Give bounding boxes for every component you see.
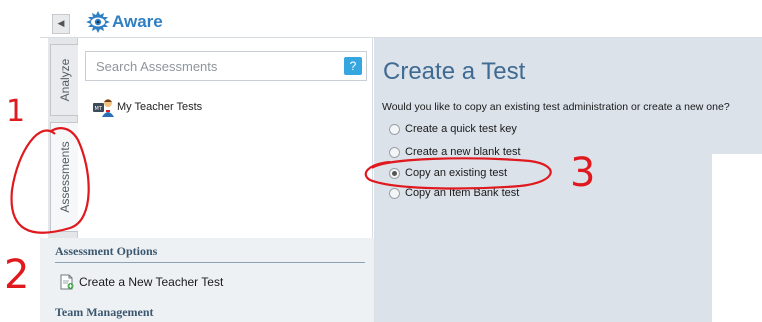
search-box: ? [85,51,367,81]
annotation-number-three: 3 [570,150,596,196]
option-label: Create a new blank test [405,146,521,158]
tab-assessments[interactable]: Assessments [50,122,78,232]
eye-logo-icon [86,11,110,33]
assessment-options-heading: Assessment Options [55,244,158,258]
chevron-left-icon[interactable]: ◀ [52,14,70,34]
section-divider [55,262,365,263]
option-label: Copy an Item Bank test [405,187,520,199]
app-logo: Aware [86,10,163,34]
annotation-number-one: 1 [6,94,26,129]
create-new-teacher-test-link[interactable]: Create a New Teacher Test [60,274,223,290]
tab-analyze-label: Analyze [57,58,72,102]
create-new-label: Create a New Teacher Test [79,275,224,289]
option-copy-existing-test[interactable]: Copy an existing test [389,167,507,179]
team-management-heading: Team Management [55,305,154,319]
radio-button[interactable] [389,187,400,199]
tab-assessments-label: Assessments [57,141,72,213]
page-title: Create a Test [383,58,526,85]
option-new-blank-test[interactable]: Create a new blank test [389,146,521,158]
question-text: Would you like to copy an existing test … [382,101,730,113]
radio-button[interactable] [389,123,400,135]
option-label: Create a quick test key [405,123,517,135]
radio-button[interactable] [389,146,400,158]
teacher-avatar-icon: MT [93,99,114,117]
tree-item-label: My Teacher Tests [117,101,203,113]
help-button[interactable]: ? [344,57,362,75]
radio-button-selected[interactable] [389,167,400,179]
tree-item-my-teacher-tests[interactable]: MT My Teacher Tests [93,97,202,117]
tab-analyze[interactable]: Analyze [50,44,78,116]
main-content [374,38,762,154]
app-window: ◀ Aware Analyze Assessments ? MT [0,0,762,322]
new-document-icon [60,274,74,290]
main-content-lower [374,154,712,322]
search-input[interactable] [86,52,338,80]
app-name: Aware [112,12,163,31]
option-copy-item-bank-test[interactable]: Copy an Item Bank test [389,187,519,199]
annotation-number-two: 2 [4,252,30,298]
option-label: Copy an existing test [405,167,508,179]
option-quick-test-key[interactable]: Create a quick test key [389,123,517,135]
svg-text:MT: MT [95,106,103,112]
